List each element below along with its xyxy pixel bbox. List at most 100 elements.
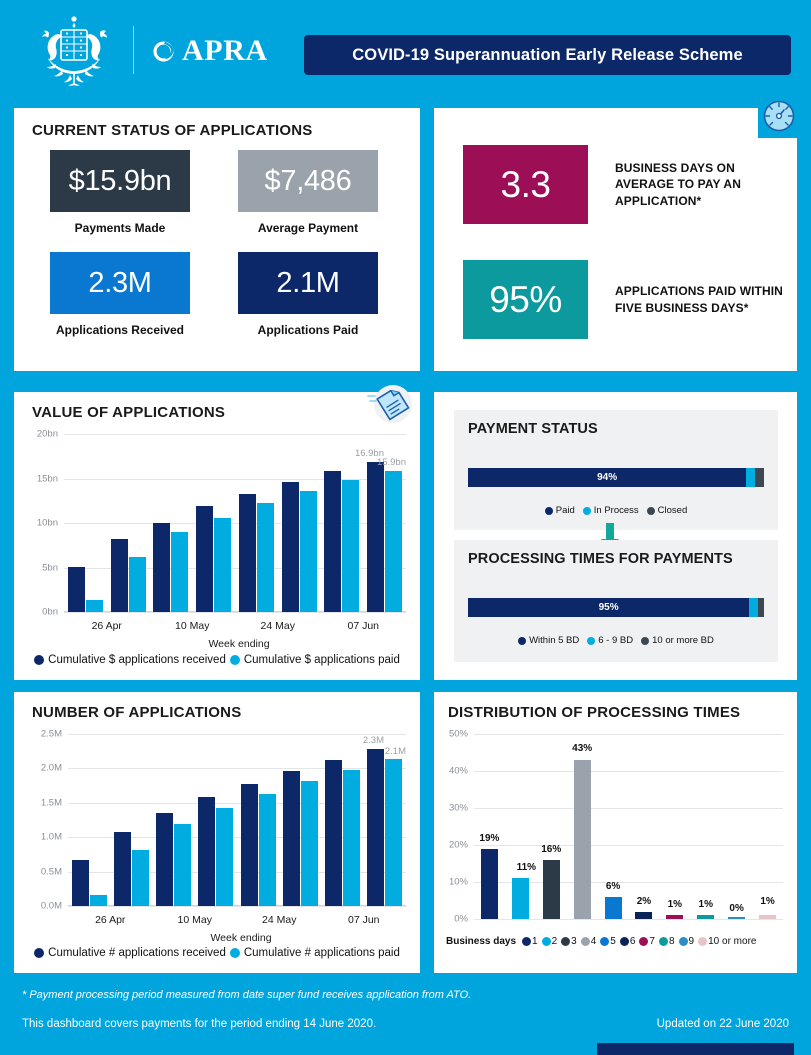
page-header: APRA COVID-19 Superannuation Early Relea… bbox=[0, 0, 811, 100]
timing-metric-percent-label: APPLICATIONS PAID WITHIN FIVE BUSINESS D… bbox=[615, 284, 783, 315]
legend-item: 4 bbox=[580, 936, 596, 947]
x-axis-tick: 26 Apr bbox=[95, 914, 126, 926]
legend-swatch bbox=[678, 937, 688, 946]
bar bbox=[299, 490, 317, 612]
y-axis-tick: 40% bbox=[448, 765, 468, 777]
legend-item: Within 5 BD bbox=[518, 635, 579, 646]
kpi-applications-paid-caption: Applications Paid bbox=[257, 323, 359, 337]
bar bbox=[67, 566, 85, 612]
x-axis-tick: 07 Jun bbox=[347, 620, 380, 632]
payment-status-card: PAYMENT STATUS 94% Paid In Process Closed … bbox=[434, 392, 797, 680]
bar-data-label: 15.9bn bbox=[376, 457, 406, 469]
bar-group bbox=[364, 734, 406, 906]
bar bbox=[666, 915, 684, 919]
legend-label: Cumulative # applications received bbox=[48, 947, 226, 959]
bar bbox=[240, 783, 258, 906]
distribution-bar-slot bbox=[659, 734, 690, 919]
apra-mark-icon bbox=[153, 40, 174, 62]
x-axis-tick: 24 May bbox=[260, 620, 295, 632]
y-axis-tick: 1.0M bbox=[40, 831, 62, 843]
legend-label: Cumulative $ applications received bbox=[48, 654, 226, 666]
dashboard-page: APRA COVID-19 Superannuation Early Relea… bbox=[0, 0, 811, 1055]
bar-group bbox=[107, 434, 150, 612]
timing-metric-days-label: BUSINESS DAYS ON AVERAGE TO PAY AN APPLI… bbox=[615, 161, 741, 208]
distribution-bar-slot bbox=[505, 734, 536, 919]
segment-value-label: 95% bbox=[598, 602, 619, 613]
bar bbox=[697, 915, 715, 919]
legend-item: 10 or more bbox=[698, 936, 756, 947]
gridline bbox=[64, 612, 406, 613]
bar bbox=[128, 556, 146, 612]
legend-label: Paid bbox=[555, 505, 575, 516]
y-axis-tick: 30% bbox=[448, 802, 468, 814]
kpi-applications-received-caption: Applications Received bbox=[55, 323, 185, 337]
bar-group-container bbox=[68, 734, 406, 906]
bar bbox=[238, 493, 256, 612]
stacked-bar-segment bbox=[749, 598, 759, 617]
legend-label: 5 bbox=[610, 936, 616, 947]
legend-item: In Process bbox=[582, 505, 639, 516]
processing-times-legend: Within 5 BD 6 - 9 BD 10 or more BD bbox=[454, 635, 778, 646]
bar-data-label: 0% bbox=[729, 903, 744, 914]
payment-status-legend: Paid In Process Closed bbox=[454, 505, 778, 516]
legend-swatch bbox=[587, 636, 596, 645]
value-of-applications-card: VALUE OF APPLICATIONS 0bn 5bn 10bn 15bn 20bn… bbox=[14, 385, 420, 680]
number-of-applications-card: NUMBER OF APPLICATIONS 0.0M 0.5M 1.0M 1.5M 2… bbox=[14, 692, 420, 973]
kpi-payments-made: $15.9bn Payments Made bbox=[50, 150, 190, 235]
bar bbox=[110, 539, 128, 612]
kpi-payments-made-caption: Payments Made bbox=[74, 221, 166, 235]
payment-status-panel: PAYMENT STATUS 94% Paid In Process Closed bbox=[454, 410, 778, 530]
y-axis-tick: 1.5M bbox=[40, 797, 62, 809]
legend-item: 2 bbox=[541, 936, 557, 947]
bar bbox=[216, 808, 234, 906]
legend-label: Cumulative # applications paid bbox=[243, 947, 400, 959]
processing-times-stacked-bar: 95% bbox=[468, 598, 764, 617]
legend-label: In Process bbox=[593, 505, 639, 516]
gridline bbox=[68, 906, 406, 907]
legend-swatch bbox=[698, 937, 708, 946]
footer-note: * Payment processing period measured fro… bbox=[22, 989, 472, 1001]
distribution-bar-slot bbox=[752, 734, 783, 919]
legend-label: 6 bbox=[629, 936, 636, 947]
y-axis-tick: 15bn bbox=[36, 473, 58, 484]
legend-swatch bbox=[229, 948, 240, 958]
distribution-chart-plot: 0% 10% 20% 30% 40% 50% 19% 11% 16% 43% 6% 2% 1% 1% 0% 1… bbox=[449, 729, 783, 925]
legend-item: Paid bbox=[544, 505, 575, 516]
gauge-icon bbox=[758, 96, 800, 138]
legend-item: 5 bbox=[600, 936, 616, 947]
value-chart-axis-title: Week ending bbox=[208, 638, 270, 650]
bar-group bbox=[150, 434, 193, 612]
apra-logo: APRA bbox=[152, 36, 268, 66]
bar-data-label: 1% bbox=[667, 899, 683, 911]
y-axis-tick: 20% bbox=[448, 839, 468, 851]
bar bbox=[604, 896, 622, 919]
legend-swatch bbox=[619, 937, 629, 946]
legend-item: Cumulative # applications received bbox=[34, 947, 226, 959]
australian-coat-of-arms-icon bbox=[42, 16, 107, 86]
x-axis-tick: 07 Jun bbox=[347, 914, 380, 926]
dashboard-title-banner: COVID-19 Superannuation Early Release Sc… bbox=[304, 35, 791, 75]
bar-data-label: 19% bbox=[479, 832, 500, 844]
value-of-applications-title: VALUE OF APPLICATIONS bbox=[32, 404, 226, 421]
kpi-applications-received: 2.3M Applications Received bbox=[50, 252, 190, 337]
legend-item: 7 bbox=[639, 936, 655, 947]
legend-swatch bbox=[522, 937, 532, 946]
bar-data-label: 11% bbox=[516, 862, 537, 874]
timing-metric-percent-value: 95% bbox=[489, 278, 562, 320]
bar bbox=[385, 759, 403, 906]
bar bbox=[367, 461, 385, 612]
distribution-bar-slot bbox=[567, 734, 598, 919]
legend-swatch bbox=[646, 506, 655, 515]
stacked-bar-segment: 94% bbox=[468, 468, 747, 487]
legend-swatch bbox=[34, 655, 45, 665]
bar bbox=[342, 480, 360, 612]
payment-status-title: PAYMENT STATUS bbox=[468, 421, 598, 437]
legend-label: 7 bbox=[649, 936, 655, 947]
bar bbox=[196, 506, 214, 612]
bar-data-label: 2% bbox=[636, 895, 652, 907]
stacked-bar-segment bbox=[758, 598, 764, 617]
timing-metric-percent: 95% APPLICATIONS PAID WITHIN FIVE BUSINE… bbox=[463, 260, 790, 339]
legend-label: Closed bbox=[657, 505, 688, 516]
bar-data-label: 2.1M bbox=[384, 746, 406, 758]
bar-group bbox=[321, 434, 364, 612]
